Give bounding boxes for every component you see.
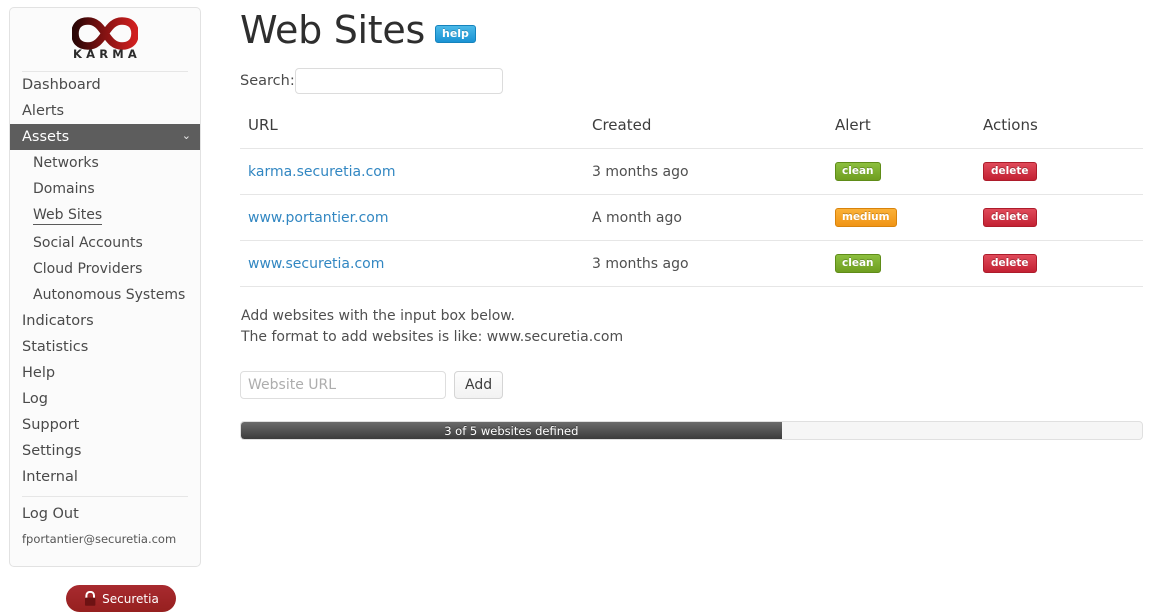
sidebar-divider-bottom [22,496,188,497]
sidebar-item-label: Autonomous Systems [33,287,186,303]
add-form-instructions: Add websites with the input box below. T… [240,306,1143,347]
sidebar-item-label: Web Sites [33,207,103,225]
websites-quota-progress: 3 of 5 websites defined [240,421,1143,440]
sidebar-item-label: Domains [33,181,95,197]
sidebar-item-label: Internal [22,469,78,485]
column-header-alert: Alert [835,116,983,149]
status-badge: clean [835,254,881,273]
sidebar-item-help[interactable]: Help [10,360,200,386]
sidebar-item-label: Indicators [22,313,94,329]
add-website-form: Add [240,371,1143,399]
main-content: Web Sites help Search: URL Created Alert… [240,0,1143,610]
table-row: www.portantier.com A month ago medium delet… [240,194,1143,241]
cell-created: 3 months ago [592,240,835,287]
cell-url: www.portantier.com [240,194,592,241]
cell-alert: clean [835,148,983,195]
sidebar-item-dashboard[interactable]: Dashboard [10,72,200,98]
status-badge: clean [835,162,881,181]
logo-block: KARMA [10,8,200,65]
lock-icon [85,590,96,606]
sidebar-item-label: Settings [22,443,82,459]
cell-created: 3 months ago [592,148,835,195]
website-link[interactable]: www.portantier.com [248,210,388,226]
user-email: fportantier@securetia.com [22,532,177,546]
cell-url: karma.securetia.com [240,148,592,195]
website-url-input[interactable] [240,371,446,399]
sidebar-item-statistics[interactable]: Statistics [10,334,200,360]
table-row: karma.securetia.com 3 months ago clean dele… [240,148,1143,195]
progress-label: 3 of 5 websites defined [444,423,579,438]
help-badge[interactable]: help [434,25,476,43]
sidebar-subitem-networks[interactable]: Networks [10,150,200,176]
sidebar-item-label: Log [22,391,48,407]
search-input[interactable] [294,68,503,94]
cell-alert: medium [835,194,983,241]
sidebar-item-indicators[interactable]: Indicators [10,308,200,334]
sidebar-subitem-web-sites[interactable]: Web Sites [10,202,200,230]
sidebar-item-log-out[interactable]: Log Out [10,504,200,524]
sidebar-subitem-cloud-providers[interactable]: Cloud Providers [10,256,200,282]
logo-wordmark: KARMA [72,47,141,61]
column-header-url: URL [240,116,592,149]
sidebar-item-label: Dashboard [22,77,101,93]
sidebar-item-label: Networks [33,155,99,171]
search-row: Search: [240,68,1143,94]
sidebar-item-label: Social Accounts [33,235,143,251]
sidebar-item-label: Cloud Providers [33,261,143,277]
search-label: Search: [240,73,295,89]
delete-button[interactable]: delete [983,208,1037,227]
sidebar-item-assets[interactable]: Assets ⌄ [10,124,200,150]
column-header-actions: Actions [983,116,1143,149]
securetia-brand-badge[interactable]: Securetia [66,585,176,612]
sidebar-item-label: Support [22,417,80,433]
sidebar-item-internal[interactable]: Internal [10,464,200,490]
sidebar-subitem-domains[interactable]: Domains [10,176,200,202]
page-header: Web Sites help [240,0,1143,52]
sidebar-item-settings[interactable]: Settings [10,438,200,464]
add-button[interactable]: Add [454,371,504,399]
sidebar-item-log[interactable]: Log [10,386,200,412]
table-row: www.securetia.com 3 months ago clean delete [240,240,1143,287]
website-link[interactable]: karma.securetia.com [248,164,395,180]
cell-actions: delete [983,240,1143,287]
sidebar-panel: KARMA Dashboard Alerts Assets ⌄ Networks Doma… [9,7,201,567]
sidebar-item-label: Alerts [22,103,65,119]
sidebar-item-alerts[interactable]: Alerts [10,98,200,124]
cell-actions: delete [983,148,1143,195]
delete-button[interactable]: delete [983,254,1037,273]
sidebar-item-label: Statistics [22,339,89,355]
websites-table: URL Created Alert Actions karma.secureti… [240,116,1143,287]
sidebar: KARMA Dashboard Alerts Assets ⌄ Networks Doma… [9,7,201,612]
table-header-row: URL Created Alert Actions [240,116,1143,149]
sidebar-subitem-social-accounts[interactable]: Social Accounts [10,230,200,256]
cell-actions: delete [983,194,1143,241]
page-title: Web Sites [240,8,425,52]
securetia-label: Securetia [102,591,159,606]
cell-alert: clean [835,240,983,287]
sidebar-subitem-autonomous-systems[interactable]: Autonomous Systems [10,282,200,308]
infinity-icon [72,17,138,50]
sidebar-item-label: Help [22,365,56,381]
status-badge: medium [835,208,897,227]
column-header-created: Created [592,116,835,149]
chevron-down-icon: ⌄ [181,129,191,143]
delete-button[interactable]: delete [983,162,1037,181]
sidebar-item-support[interactable]: Support [10,412,200,438]
sidebar-item-label: Assets [22,129,70,145]
cell-url: www.securetia.com [240,240,592,287]
instruction-line-1: Add websites with the input box below. [241,308,515,324]
sidebar-nav: Dashboard Alerts Assets ⌄ Networks Domains Web… [10,72,200,490]
instruction-line-2: The format to add websites is like: www.… [241,328,624,345]
cell-created: A month ago [592,194,835,241]
website-link[interactable]: www.securetia.com [248,256,384,272]
